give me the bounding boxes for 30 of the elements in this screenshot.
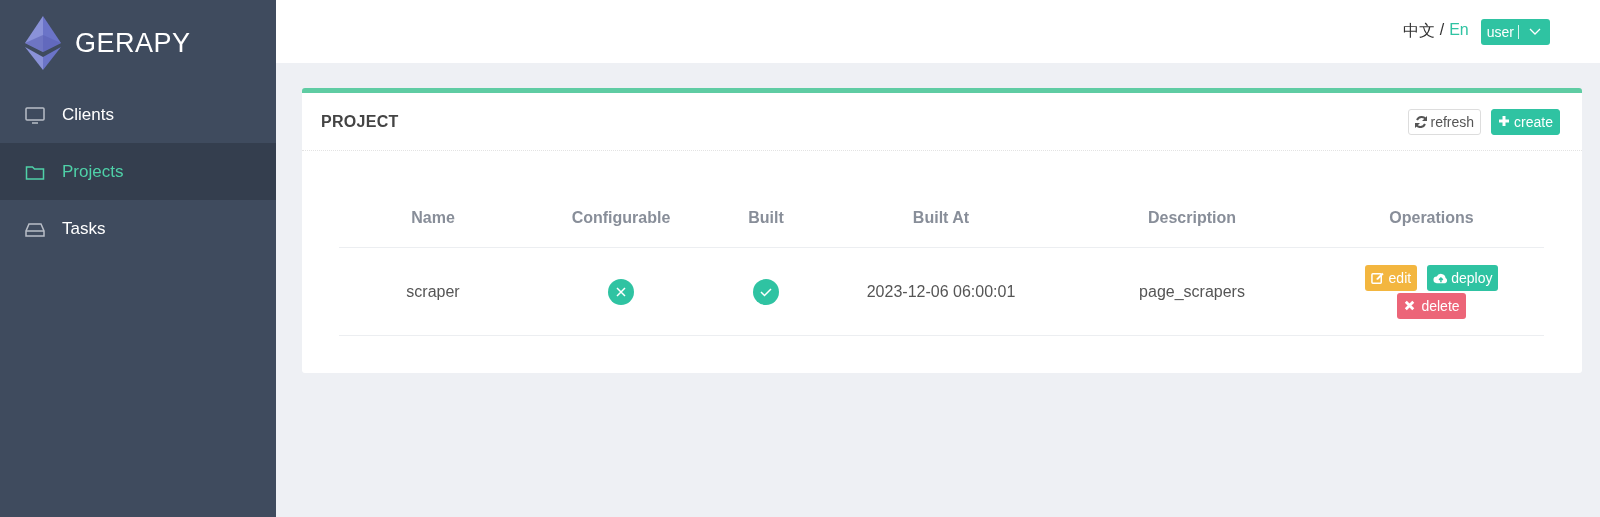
plus-icon <box>1498 115 1511 128</box>
edit-icon <box>1370 270 1385 285</box>
sidebar-item[interactable]: Tasks <box>0 200 276 257</box>
delete-button[interactable]: delete <box>1397 292 1466 319</box>
deploy-button[interactable]: deploy <box>1427 264 1499 291</box>
user-menu-button[interactable]: user <box>1480 18 1550 45</box>
column-header: Name <box>339 189 527 248</box>
panel-title: PROJECT <box>321 112 399 131</box>
diamond-logo-icon <box>25 16 61 70</box>
column-header: Description <box>1065 189 1319 248</box>
separator-text: / <box>1439 21 1445 40</box>
language-link[interactable]: En <box>1449 21 1469 42</box>
language-link[interactable]: 中文 <box>1402 21 1435 42</box>
monitor-icon <box>25 105 45 124</box>
brand-name: GERAPY <box>75 27 191 59</box>
column-header: Built At <box>817 189 1065 248</box>
refresh-icon <box>1414 115 1427 128</box>
chevron-down-icon <box>1529 27 1541 36</box>
table-cell: scraper <box>339 248 527 336</box>
column-header: Built <box>715 189 817 248</box>
column-header: Configurable <box>527 189 715 248</box>
sidebar-item[interactable]: Clients <box>0 86 276 143</box>
sidebar-item[interactable]: Projects <box>0 143 276 200</box>
edit-button[interactable]: edit <box>1364 264 1418 291</box>
table-cell: page_scrapers <box>1065 248 1319 336</box>
create-button[interactable]: create <box>1491 108 1560 135</box>
column-header: Operations <box>1319 189 1544 248</box>
refresh-button[interactable]: refresh <box>1407 108 1482 135</box>
table-cell: 2023-12-06 06:00:01 <box>817 248 1065 336</box>
user-name: user <box>1486 24 1519 39</box>
